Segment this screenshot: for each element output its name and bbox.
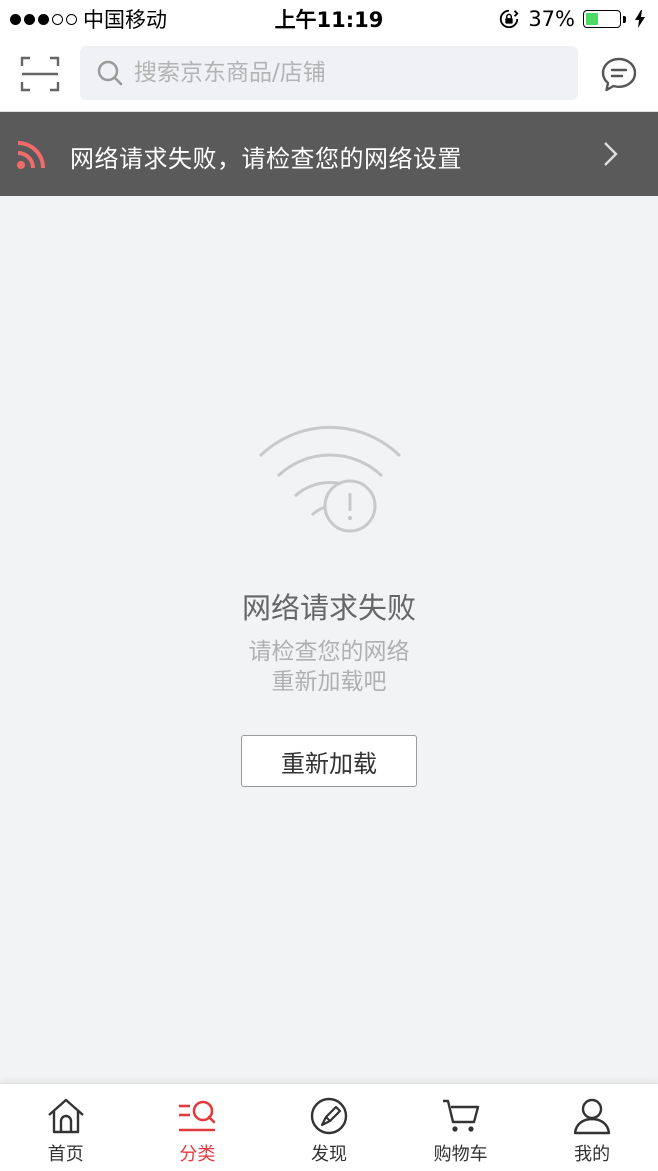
tab-home[interactable]: 首页 [0, 1084, 132, 1171]
charging-bolt-icon [635, 10, 645, 28]
category-icon [179, 1100, 216, 1132]
carrier-label: 中国移动 [83, 8, 167, 32]
reload-button[interactable]: 重新加载 [241, 735, 417, 787]
compass-icon [310, 1097, 348, 1135]
rss-icon [17, 141, 45, 169]
tab-mine[interactable]: 我的 [526, 1084, 658, 1171]
status-right: 37% [498, 7, 646, 31]
tab-cart[interactable]: 购物车 [395, 1084, 527, 1171]
bottom-tab-bar: 首页 分类 发现 购物车 我的 [0, 1083, 658, 1171]
error-subtitle-line2: 重新加载吧 [271, 669, 387, 695]
tab-discover-label: 发现 [310, 1144, 347, 1165]
tab-cart-label: 购物车 [433, 1144, 488, 1165]
banner-text: 网络请求失败，请检查您的网络设置 [70, 145, 462, 173]
tab-mine-label: 我的 [574, 1144, 611, 1165]
chevron-right-icon [604, 142, 618, 166]
tab-home-label: 首页 [47, 1144, 84, 1165]
search-bar[interactable] [80, 46, 578, 100]
message-icon[interactable] [600, 56, 638, 94]
error-subtitle-line1: 请检查您的网络 [248, 639, 410, 665]
home-icon [48, 1098, 84, 1134]
battery-percent: 37% [528, 7, 575, 31]
user-icon [573, 1098, 611, 1135]
status-left: 中国移动 [10, 4, 167, 34]
tab-category-label: 分类 [179, 1144, 216, 1165]
cart-icon [442, 1099, 479, 1132]
search-input[interactable] [134, 60, 554, 86]
rotation-lock-icon [500, 9, 519, 29]
search-icon [97, 60, 123, 86]
scan-icon[interactable] [20, 54, 60, 94]
status-bar: 中国移动 上午11:19 37% [0, 0, 658, 38]
network-error-banner[interactable]: 网络请求失败，请检查您的网络设置 [0, 112, 658, 196]
battery-icon [583, 10, 626, 28]
tab-discover[interactable]: 发现 [263, 1084, 395, 1171]
signal-icon [10, 13, 77, 25]
wifi-error-icon [258, 425, 402, 533]
top-header [0, 38, 658, 112]
error-title: 网络请求失败 [241, 591, 416, 625]
tab-category[interactable]: 分类 [132, 1084, 264, 1171]
